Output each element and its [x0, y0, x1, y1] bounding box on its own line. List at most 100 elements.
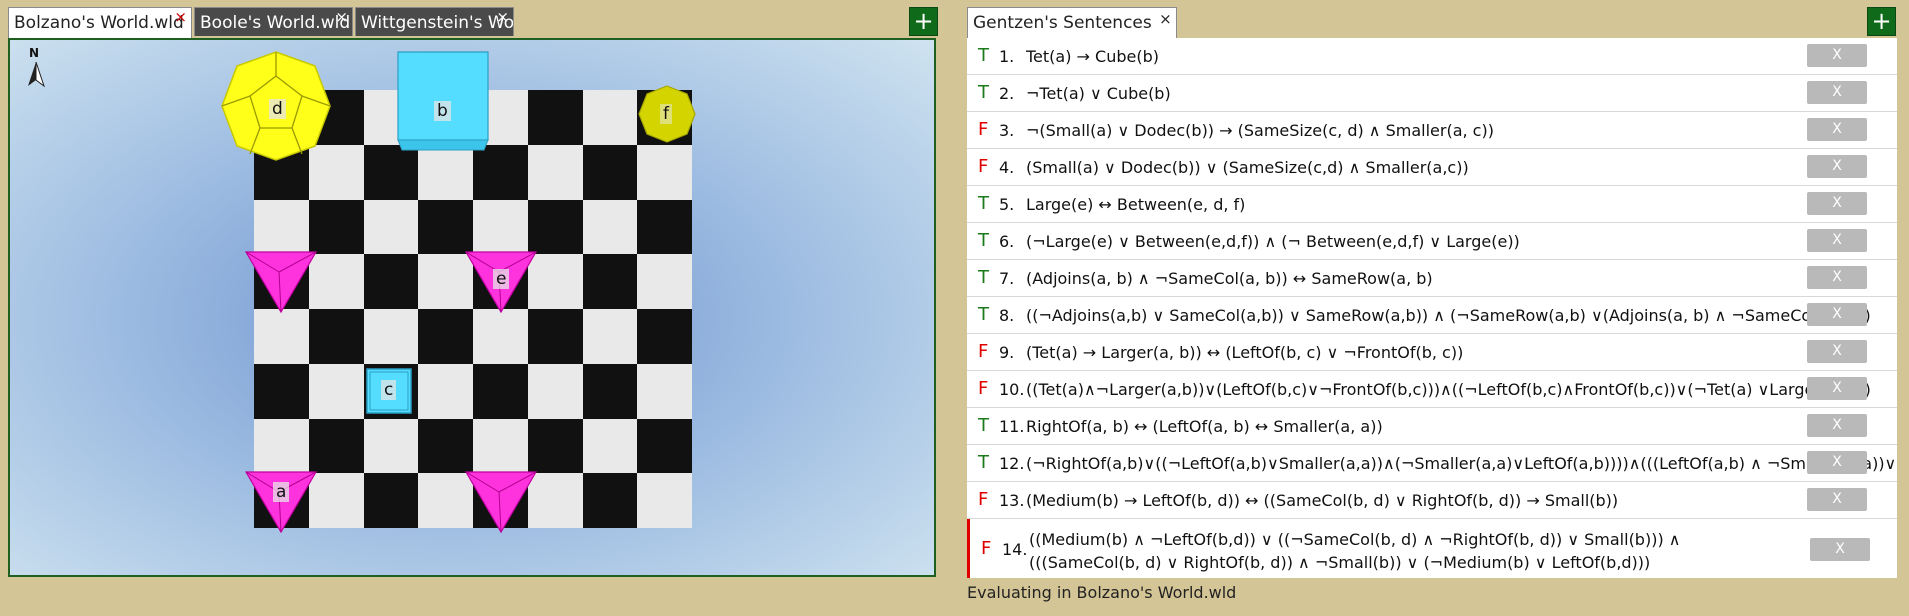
- sentence-row[interactable]: T 7. (Adjoins(a, b) ∧ ¬SameCol(a, b)) ↔ Sa…: [967, 260, 1897, 297]
- board-square[interactable]: [473, 309, 528, 364]
- tab-bolzanos-world[interactable]: Bolzano's World.wld ×: [8, 7, 192, 38]
- add-sentences-button[interactable]: +: [1867, 7, 1896, 36]
- board-square[interactable]: [418, 199, 473, 255]
- board-square[interactable]: [473, 144, 528, 200]
- board-square[interactable]: [473, 199, 528, 255]
- sentence-formula[interactable]: ((Tet(a)∧¬Larger(a,b))∨(LeftOf(b,c)∨¬Fro…: [1026, 380, 1897, 399]
- board-square[interactable]: [527, 418, 583, 474]
- delete-sentence-button[interactable]: X: [1807, 155, 1867, 178]
- block-tetrahedron[interactable]: [464, 471, 538, 534]
- sentence-row[interactable]: T 1. Tet(a) → Cube(b) X: [967, 38, 1897, 75]
- sentence-formula[interactable]: (¬Large(e) ∨ Between(e,d,f)) ∧ (¬ Betwee…: [1026, 232, 1897, 251]
- block-f[interactable]: f: [638, 85, 696, 143]
- board-square[interactable]: [254, 309, 309, 364]
- board-square[interactable]: [582, 90, 638, 145]
- sentence-formula[interactable]: ¬Tet(a) ∨ Cube(b): [1026, 84, 1897, 103]
- board-square[interactable]: [637, 363, 692, 419]
- sentence-formula-line2[interactable]: (((SameCol(b, d) ∨ RightOf(b, d)) ∧ ¬Sma…: [1029, 553, 1897, 572]
- sentence-formula[interactable]: RightOf(a, b) ↔ (LeftOf(a, b) ↔ Smaller(…: [1026, 417, 1897, 436]
- board-square[interactable]: [527, 199, 583, 255]
- board-square[interactable]: [308, 309, 364, 364]
- delete-sentence-button[interactable]: X: [1807, 488, 1867, 511]
- delete-sentence-button[interactable]: X: [1807, 229, 1867, 252]
- block-tetrahedron[interactable]: [244, 251, 318, 314]
- board-square[interactable]: [473, 418, 528, 474]
- board-square[interactable]: [308, 199, 364, 255]
- board-square[interactable]: [637, 144, 692, 200]
- board-square[interactable]: [363, 418, 419, 474]
- board-square[interactable]: [363, 309, 419, 364]
- board-square[interactable]: [582, 363, 638, 419]
- sentence-formula[interactable]: (Medium(b) → LeftOf(b, d)) ↔ ((SameCol(b…: [1026, 491, 1897, 510]
- sentence-formula[interactable]: (¬RightOf(a,b)∨((¬LeftOf(a,b)∨Smaller(a,…: [1026, 454, 1897, 473]
- board-square[interactable]: [254, 363, 309, 419]
- block-e[interactable]: e: [464, 251, 538, 314]
- board-square[interactable]: [582, 144, 638, 200]
- delete-sentence-button[interactable]: X: [1807, 118, 1867, 141]
- board-square[interactable]: [363, 199, 419, 255]
- board-square[interactable]: [363, 473, 419, 528]
- board-square[interactable]: [418, 418, 473, 474]
- sentence-row[interactable]: F 10. ((Tet(a)∧¬Larger(a,b))∨(LeftOf(b,c)∨…: [967, 371, 1897, 408]
- board-square[interactable]: [637, 473, 692, 528]
- board-square[interactable]: [363, 144, 419, 200]
- board-square[interactable]: [637, 199, 692, 255]
- board-square[interactable]: [582, 418, 638, 474]
- close-icon[interactable]: ×: [496, 10, 509, 25]
- add-world-button[interactable]: +: [909, 7, 938, 36]
- sentence-formula[interactable]: (Small(a) ∨ Dodec(b)) ∨ (SameSize(c,d) ∧…: [1026, 158, 1897, 177]
- tab-booles-world[interactable]: Boole's World.wld ×: [194, 7, 353, 36]
- delete-sentence-button[interactable]: X: [1807, 192, 1867, 215]
- board-square[interactable]: [527, 90, 583, 145]
- delete-sentence-button[interactable]: X: [1807, 44, 1867, 67]
- board-square[interactable]: [308, 254, 364, 309]
- board-square[interactable]: [308, 363, 364, 419]
- board-square[interactable]: [308, 418, 364, 474]
- sentence-formula[interactable]: Large(e) ↔ Between(e, d, f): [1026, 195, 1897, 214]
- sentence-row[interactable]: F 14. ((Medium(b) ∧ ¬LeftOf(b,d)) ∨ ((¬Sam…: [967, 519, 1897, 578]
- board-square[interactable]: [637, 309, 692, 364]
- tab-wittgensteins-world[interactable]: Wittgenstein's World.wld ×: [355, 7, 514, 36]
- board-square[interactable]: [637, 254, 692, 309]
- sentence-formula[interactable]: (Tet(a) → Larger(a, b)) ↔ (LeftOf(b, c) …: [1026, 343, 1897, 362]
- sentence-formula[interactable]: Tet(a) → Cube(b): [1026, 47, 1897, 66]
- board-square[interactable]: [582, 199, 638, 255]
- close-icon[interactable]: ×: [174, 10, 187, 25]
- block-c[interactable]: c: [366, 368, 412, 416]
- block-d[interactable]: d: [220, 50, 332, 162]
- sentence-row[interactable]: F 3. ¬(Small(a) ∨ Dodec(b)) → (SameSize(c…: [967, 112, 1897, 149]
- delete-sentence-button[interactable]: X: [1807, 414, 1867, 437]
- sentence-formula[interactable]: ((Medium(b) ∧ ¬LeftOf(b,d)) ∨ ((¬SameCol…: [1029, 530, 1897, 549]
- delete-sentence-button[interactable]: X: [1807, 81, 1867, 104]
- world-view[interactable]: N d b f e c a: [8, 38, 936, 577]
- board-square[interactable]: [582, 473, 638, 528]
- board-square[interactable]: [582, 309, 638, 364]
- sentence-formula[interactable]: (Adjoins(a, b) ∧ ¬SameCol(a, b)) ↔ SameR…: [1026, 269, 1897, 288]
- board-square[interactable]: [418, 254, 473, 309]
- board-square[interactable]: [254, 418, 309, 474]
- board-square[interactable]: [637, 418, 692, 474]
- board-square[interactable]: [363, 254, 419, 309]
- sentence-row[interactable]: F 4. (Small(a) ∨ Dodec(b)) ∨ (SameSize(c,d…: [967, 149, 1897, 186]
- sentence-row[interactable]: F 9. (Tet(a) → Larger(a, b)) ↔ (LeftOf(b, …: [967, 334, 1897, 371]
- board-square[interactable]: [527, 144, 583, 200]
- sentence-row[interactable]: T 5. Large(e) ↔ Between(e, d, f) X: [967, 186, 1897, 223]
- delete-sentence-button[interactable]: X: [1807, 340, 1867, 363]
- board-square[interactable]: [308, 473, 364, 528]
- delete-sentence-button[interactable]: X: [1807, 303, 1867, 326]
- block-b[interactable]: b: [397, 51, 490, 152]
- delete-sentence-button[interactable]: X: [1810, 538, 1870, 561]
- sentence-row[interactable]: T 2. ¬Tet(a) ∨ Cube(b) X: [967, 75, 1897, 112]
- board-square[interactable]: [527, 363, 583, 419]
- board-square[interactable]: [527, 309, 583, 364]
- close-icon[interactable]: ×: [1159, 10, 1172, 28]
- tab-gentzens-sentences[interactable]: Gentzen's Sentences ×: [967, 7, 1177, 38]
- board-square[interactable]: [254, 199, 309, 255]
- sentence-row[interactable]: T 8. ((¬Adjoins(a,b) ∨ SameCol(a,b)) ∨ Sam…: [967, 297, 1897, 334]
- sentence-formula[interactable]: ((¬Adjoins(a,b) ∨ SameCol(a,b)) ∨ SameRo…: [1026, 306, 1897, 325]
- sentence-row[interactable]: T 12. (¬RightOf(a,b)∨((¬LeftOf(a,b)∨Smalle…: [967, 445, 1897, 482]
- delete-sentence-button[interactable]: X: [1807, 266, 1867, 289]
- board-square[interactable]: [418, 473, 473, 528]
- board-square[interactable]: [473, 363, 528, 419]
- board-square[interactable]: [418, 309, 473, 364]
